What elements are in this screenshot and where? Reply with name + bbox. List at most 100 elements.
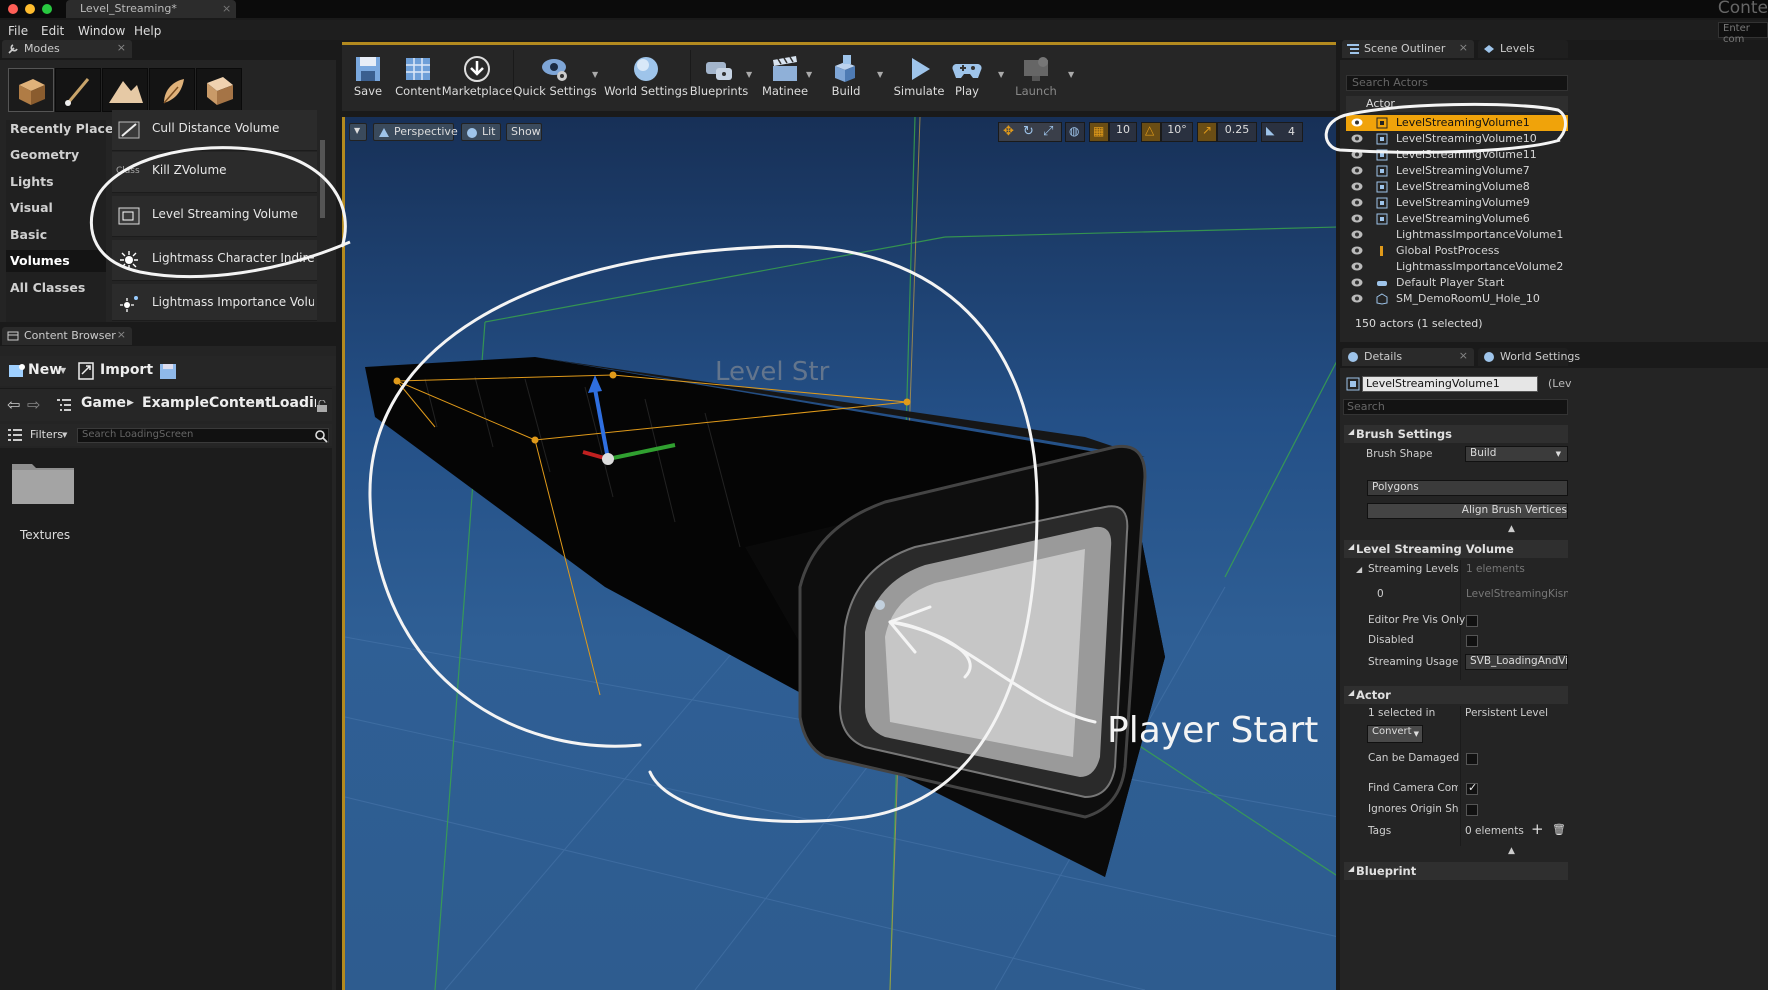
category-geometry[interactable]: Geometry <box>10 147 79 162</box>
path-segment-game[interactable]: Game <box>81 395 126 411</box>
scale-snap-value[interactable]: 0.25 <box>1217 122 1257 142</box>
minimize-window-button[interactable] <box>25 4 35 14</box>
foliage-mode-button[interactable] <box>149 68 195 112</box>
outliner-row[interactable]: LevelStreamingVolume11 <box>1346 147 1568 163</box>
eye-icon[interactable] <box>1351 230 1363 239</box>
transform-mode-buttons[interactable]: ✥ ↻ ⤢ <box>998 122 1062 142</box>
outliner-row[interactable]: SM_DemoRoomU_Hole_10 <box>1346 291 1568 307</box>
trash-icon[interactable]: 🗑 <box>1552 823 1566 836</box>
rotation-snap-value[interactable]: 10° <box>1161 122 1193 142</box>
category-lights[interactable]: Lights <box>10 174 54 189</box>
category-basic[interactable]: Basic <box>10 227 47 242</box>
outliner-row[interactable]: LightmassImportanceVolume2 <box>1346 259 1568 275</box>
can-be-damaged-checkbox[interactable] <box>1466 753 1478 765</box>
volume-item-level-streaming[interactable]: Level Streaming Volume <box>112 196 317 237</box>
translate-icon[interactable]: ✥ <box>1003 124 1014 139</box>
volume-item-lightmass-character[interactable]: Lightmass Character Indirect D <box>112 240 317 281</box>
lit-button[interactable]: Lit <box>461 123 501 141</box>
eye-icon[interactable] <box>1351 214 1363 223</box>
level-viewport[interactable]: Level Str Player Start <box>342 117 1336 990</box>
save-all-icon[interactable] <box>158 361 178 381</box>
volume-item-cull-distance[interactable]: Cull Distance Volume <box>112 110 317 151</box>
menu-window[interactable]: Window <box>78 24 125 38</box>
marketplace-button[interactable]: Marketplace <box>442 50 512 102</box>
world-settings-button[interactable]: World Settings <box>604 50 688 102</box>
actor-section[interactable]: ◢ Actor <box>1344 686 1568 704</box>
details-search-input[interactable]: Search <box>1343 399 1568 415</box>
scale-snap-toggle[interactable]: ↗ <box>1197 122 1217 142</box>
tab-world-settings[interactable]: World Settings <box>1478 348 1580 366</box>
geometry-mode-button[interactable] <box>196 68 242 112</box>
actor-column-header[interactable]: Actor <box>1346 96 1568 112</box>
show-button[interactable]: Show <box>506 123 542 141</box>
close-tab-icon[interactable]: × <box>222 2 231 15</box>
tab-scene-outliner[interactable]: Scene Outliner × <box>1342 40 1474 58</box>
collapse-arrow-icon[interactable]: ▲ <box>1508 846 1515 856</box>
back-arrow-icon[interactable]: ⇦ <box>7 395 20 414</box>
disabled-checkbox[interactable] <box>1466 635 1478 647</box>
tab-modes[interactable]: Modes × <box>2 40 132 58</box>
chevron-down-icon[interactable]: ▼ <box>1068 70 1074 79</box>
outliner-row[interactable]: LevelStreamingVolume7 <box>1346 163 1568 179</box>
level-streaming-volume-section[interactable]: ◢ Level Streaming Volume <box>1344 540 1568 558</box>
eye-icon[interactable] <box>1351 246 1363 255</box>
tab-content-browser[interactable]: Content Browser × <box>2 327 132 345</box>
tab-details[interactable]: Details × <box>1342 348 1474 366</box>
modes-scrollbar[interactable] <box>320 140 325 218</box>
path-segment-examplecontent[interactable]: ExampleContent <box>142 395 272 411</box>
eye-icon[interactable] <box>1351 182 1363 191</box>
landscape-mode-button[interactable] <box>102 68 148 112</box>
eye-icon[interactable] <box>1351 134 1363 143</box>
streaming-usage-dropdown[interactable]: SVB_LoadingAndVisib <box>1465 654 1568 670</box>
collapse-arrow-icon[interactable]: ▲ <box>1508 524 1515 534</box>
quick-settings-button[interactable]: Quick Settings <box>513 50 597 102</box>
search-icon[interactable] <box>314 429 328 443</box>
menu-help[interactable]: Help <box>134 24 161 38</box>
eye-icon[interactable] <box>1351 262 1363 271</box>
place-mode-button[interactable] <box>8 68 54 112</box>
eye-icon[interactable] <box>1351 278 1363 287</box>
blueprint-section[interactable]: ◢ Blueprint <box>1344 862 1568 880</box>
launch-button[interactable]: Launch <box>1001 50 1071 102</box>
outliner-row-selected[interactable]: LevelStreamingVolume1 <box>1346 115 1568 131</box>
chevron-down-icon[interactable]: ▼ <box>592 70 598 79</box>
close-tab-icon[interactable]: × <box>1459 41 1468 54</box>
maximize-window-button[interactable] <box>42 4 52 14</box>
streaming-level-entry[interactable]: LevelStreamingKismet <box>1466 588 1568 600</box>
category-volumes[interactable]: Volumes <box>10 253 70 268</box>
global-search-input[interactable]: Enter com <box>1718 22 1768 45</box>
volume-item-kill-z[interactable]: Class Kill ZVolume <box>112 152 317 193</box>
category-visual[interactable]: Visual <box>10 200 53 215</box>
document-tab[interactable]: Level_Streaming* × <box>66 0 236 18</box>
actor-search-input[interactable]: Search Actors <box>1346 75 1568 91</box>
brush-shape-dropdown[interactable]: Build ▼ <box>1465 446 1568 462</box>
grid-snap-toggle[interactable]: ▦ <box>1089 122 1109 142</box>
forward-arrow-icon[interactable]: ⇨ <box>27 395 40 414</box>
close-tab-icon[interactable]: × <box>117 328 126 341</box>
rotate-icon[interactable]: ↻ <box>1023 124 1034 139</box>
import-button[interactable]: Import <box>76 360 153 382</box>
scale-icon[interactable]: ⤢ <box>1043 124 1053 139</box>
outliner-row[interactable]: LevelStreamingVolume8 <box>1346 179 1568 195</box>
find-camera-checkbox[interactable]: ✓ <box>1466 781 1478 795</box>
camera-speed-button[interactable]: ◣ 4 <box>1261 122 1303 142</box>
outliner-row[interactable]: LevelStreamingVolume10 <box>1346 131 1568 147</box>
outliner-row[interactable]: Global PostProcess <box>1346 243 1568 259</box>
category-all-classes[interactable]: All Classes <box>10 280 85 295</box>
eye-icon[interactable] <box>1351 118 1363 127</box>
asset-search-input[interactable]: Search LoadingScreen <box>77 428 329 443</box>
world-local-toggle[interactable]: ◍ <box>1065 122 1085 142</box>
paint-mode-button[interactable] <box>55 68 101 112</box>
filters-button[interactable]: Filters <box>30 428 63 441</box>
perspective-button[interactable]: Perspective <box>373 123 458 141</box>
close-window-button[interactable] <box>8 4 18 14</box>
polygons-dropdown[interactable]: Polygons <box>1367 480 1568 496</box>
collapse-triangle-icon[interactable]: ◢ <box>1356 565 1362 574</box>
new-button[interactable]: New ▼ <box>6 360 70 382</box>
folder-textures[interactable] <box>10 458 76 506</box>
convert-button[interactable]: Convert ▼ <box>1367 725 1423 743</box>
actor-name-field[interactable]: LevelStreamingVolume1 <box>1362 376 1538 392</box>
editor-pre-vis-checkbox[interactable] <box>1466 615 1478 627</box>
outliner-row[interactable]: LevelStreamingVolume9 <box>1346 195 1568 211</box>
add-tag-icon[interactable]: + <box>1531 820 1544 838</box>
